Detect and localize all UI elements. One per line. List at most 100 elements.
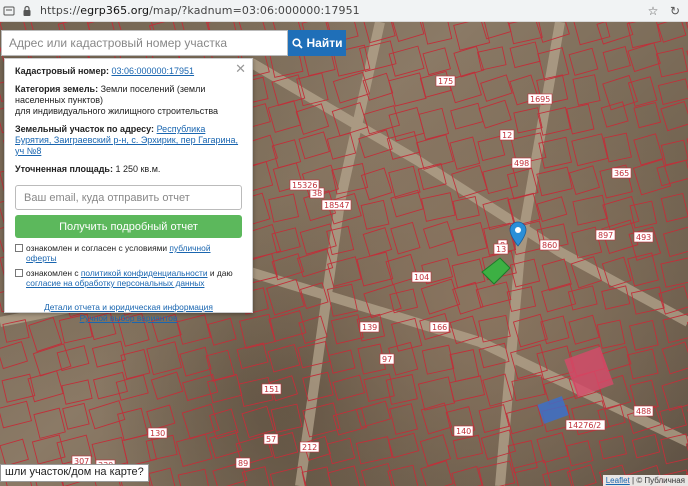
svg-text:12: 12 (502, 131, 512, 140)
parcel-outline (451, 465, 483, 486)
svg-text:89: 89 (238, 459, 248, 468)
building-roof-blue (537, 396, 569, 424)
star-icon[interactable]: ☆ (644, 2, 662, 20)
parcel-outline (179, 346, 212, 377)
parcel-outline (451, 258, 486, 289)
parcel-outline (662, 226, 688, 258)
cadastral-number-row: Кадастровый номер: 03:06:000000:17951 (15, 66, 195, 76)
parcel-outline (271, 227, 301, 254)
parcel-outline (145, 434, 178, 461)
close-icon[interactable]: ✕ (235, 62, 246, 75)
parcel-number-label[interactable]: 13 (493, 243, 509, 255)
parcel-outline (536, 166, 573, 197)
parcel-outline (631, 433, 661, 459)
parcel-outline (356, 251, 394, 287)
parcel-number-label[interactable]: 365 (611, 167, 632, 179)
parcel-number-label[interactable]: 212 (299, 441, 320, 453)
leaflet-link[interactable]: Leaflet (606, 476, 630, 485)
parcel-outline (0, 341, 28, 370)
search-input[interactable] (1, 30, 288, 56)
page-info-icon[interactable] (0, 2, 18, 20)
parcel-outline (298, 131, 330, 160)
parcel-outline (355, 400, 392, 428)
parcel-outline (449, 375, 486, 403)
parcel-outline (362, 227, 393, 257)
parcel-number-label[interactable]: 57 (263, 433, 279, 445)
parcel-outline (360, 199, 390, 230)
agree-offer-checkbox[interactable] (15, 244, 23, 252)
privacy-policy-link[interactable]: политикой конфиденциальности (81, 268, 208, 278)
parcel-outline (536, 432, 570, 464)
parcel-outline (421, 22, 453, 45)
parcel-outline (355, 436, 393, 465)
parcel-number-label[interactable]: 498 (511, 157, 532, 169)
refresh-icon[interactable]: ↻ (666, 2, 684, 20)
parcel-outline (421, 344, 455, 375)
agree-privacy-checkbox[interactable] (15, 269, 23, 277)
parcel-outline (602, 195, 640, 231)
parcel-outline (655, 47, 688, 78)
parcel-outline (422, 47, 452, 76)
parcel-number-label[interactable]: 151 (261, 383, 282, 395)
parcel-outline (568, 47, 599, 76)
parcel-outline (388, 165, 421, 199)
svg-text:104: 104 (414, 273, 429, 282)
parcel-number-label[interactable]: 488 (633, 405, 654, 417)
selected-parcel[interactable] (481, 257, 511, 285)
parcel-number-label[interactable]: 97 (379, 353, 395, 365)
parcel-outline (568, 165, 600, 196)
search-button[interactable]: Найти (288, 30, 346, 56)
manual-selection-link[interactable]: Ручной выбор вариантов (80, 313, 178, 323)
svg-text:14276/2: 14276/2 (568, 421, 601, 430)
parcel-outline (360, 462, 396, 486)
parcel-number-label[interactable]: 89 (235, 457, 251, 469)
parcel-outline (270, 403, 303, 433)
bottom-tooltip[interactable]: шли участок/дом на карте? (0, 464, 149, 482)
parcel-outline (566, 464, 597, 486)
parcel-outline (626, 348, 659, 380)
panel-links: Детали отчета и юридическая информация Р… (15, 302, 242, 324)
personal-data-consent-link[interactable]: согласие на обработку персональных данны… (26, 278, 204, 288)
parcel-number-label[interactable]: 15326 (289, 179, 320, 191)
svg-text:493: 493 (636, 233, 651, 242)
parcel-outline (177, 468, 210, 486)
parcel-outline (27, 370, 64, 403)
parcel-number-label[interactable]: 18547 (321, 199, 352, 211)
cadastral-number-link[interactable]: 03:06:000000:17951 (111, 66, 194, 76)
parcel-outline (387, 464, 420, 486)
report-details-link[interactable]: Детали отчета и юридическая информация (44, 302, 213, 312)
parcel-outline (120, 349, 151, 380)
lock-icon[interactable] (18, 2, 36, 20)
parcel-number-label[interactable]: 166 (429, 321, 450, 333)
parcel-outline (478, 99, 512, 129)
parcel-outline (536, 196, 568, 223)
parcel-outline (328, 349, 356, 374)
parcel-outline (327, 465, 362, 486)
parcel-outline (449, 349, 480, 382)
parcel-number-label[interactable]: 175 (435, 75, 456, 87)
parcel-outline (416, 134, 454, 170)
parcel-number-label[interactable]: 104 (411, 271, 432, 283)
parcel-outline (478, 314, 511, 343)
parcel-outline (566, 103, 595, 135)
parcel-number-label[interactable]: 139 (359, 321, 380, 333)
parcel-outline (507, 440, 538, 474)
parcel-number-label[interactable]: 897 (595, 229, 616, 241)
parcel-number-label[interactable]: 140 (453, 425, 474, 437)
url-field[interactable]: https://egrp365.org/map/?kadnum=03:06:00… (40, 4, 360, 17)
parcel-outline (207, 373, 243, 404)
parcel-number-label[interactable]: 12 (499, 129, 515, 141)
parcel-number-label[interactable]: 493 (633, 231, 654, 243)
svg-text:1695: 1695 (530, 95, 550, 104)
parcel-number-label[interactable]: 14276/2 (565, 419, 606, 431)
parcel-outline (388, 45, 425, 77)
parcel-outline (661, 341, 688, 375)
get-report-button[interactable]: Получить подробный отчет (15, 215, 242, 238)
parcel-number-label[interactable]: 130 (147, 427, 168, 439)
parcel-outline (627, 76, 658, 107)
email-field[interactable] (15, 185, 242, 210)
parcel-outline (93, 371, 128, 400)
parcel-number-label[interactable]: 860 (539, 239, 560, 251)
parcel-outline (511, 374, 546, 402)
parcel-number-label[interactable]: 1695 (527, 93, 553, 105)
